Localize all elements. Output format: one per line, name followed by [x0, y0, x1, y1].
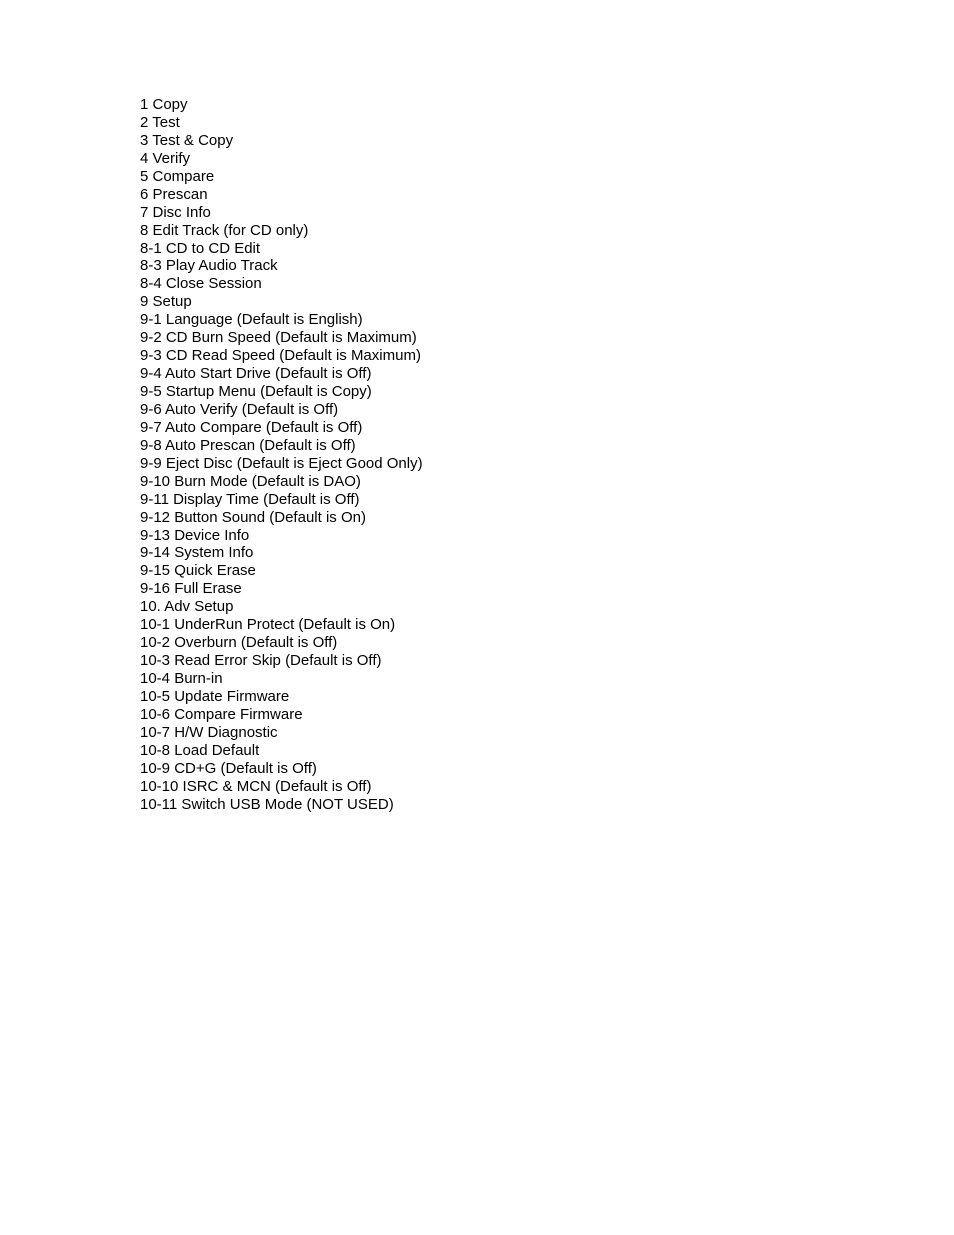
menu-item-language: 9-1 Language (Default is English) — [140, 311, 363, 329]
menu-item-device-info: 9-13 Device Info — [140, 526, 250, 544]
menu-item-hw-diagnostic: 10-7 H/W Diagnostic — [140, 723, 278, 741]
menu-item-quick-erase: 9-15 Quick Erase — [140, 562, 256, 580]
menu-item-adv-setup: 10. Adv Setup — [140, 598, 234, 616]
menu-item-test: 2 Test — [140, 113, 180, 131]
menu-item-system-info: 9-14 System Info — [140, 544, 254, 562]
menu-item-display-time: 9-11 Display Time (Default is Off) — [140, 490, 360, 508]
menu-item-eject-disc: 9-9 Eject Disc (Default is Eject Good On… — [140, 454, 423, 472]
menu-item-play-audio-track: 8-3 Play Audio Track — [140, 257, 278, 275]
document-page: 1 Copy 2 Test 3 Test & Copy 4 Verify 5 C… — [0, 0, 954, 1235]
menu-item-update-firmware: 10-5 Update Firmware — [140, 687, 290, 705]
menu-item-disc-info: 7 Disc Info — [140, 203, 211, 221]
menu-item-setup: 9 Setup — [140, 293, 192, 311]
menu-item-read-error-skip: 10-3 Read Error Skip (Default is Off) — [140, 652, 382, 670]
menu-item-overburn: 10-2 Overburn (Default is Off) — [140, 634, 338, 652]
menu-item-compare-firmware: 10-6 Compare Firmware — [140, 705, 303, 723]
menu-item-copy: 1 Copy — [140, 96, 188, 113]
menu-item-compare: 5 Compare — [140, 167, 215, 185]
menu-item-cd-plus-g: 10-9 CD+G (Default is Off) — [140, 759, 317, 777]
menu-item-load-default: 10-8 Load Default — [140, 741, 260, 759]
menu-item-switch-usb-mode: 10-11 Switch USB Mode (NOT USED) — [140, 795, 394, 813]
menu-item-prescan: 6 Prescan — [140, 185, 208, 203]
menu-structure-list: 1 Copy 2 Test 3 Test & Copy 4 Verify 5 C… — [140, 96, 423, 814]
menu-item-button-sound: 9-12 Button Sound (Default is On) — [140, 508, 366, 526]
menu-item-close-session: 8-4 Close Session — [140, 275, 262, 293]
menu-item-cd-to-cd-edit: 8-1 CD to CD Edit — [140, 239, 261, 257]
menu-item-auto-compare: 9-7 Auto Compare (Default is Off) — [140, 418, 363, 436]
menu-item-cd-read-speed: 9-3 CD Read Speed (Default is Maximum) — [140, 347, 421, 365]
menu-item-auto-prescan: 9-8 Auto Prescan (Default is Off) — [140, 436, 356, 454]
menu-item-burn-mode: 9-10 Burn Mode (Default is DAO) — [140, 472, 361, 490]
menu-item-edit-track: 8 Edit Track (for CD only) — [140, 221, 309, 239]
menu-item-burn-in: 10-4 Burn-in — [140, 670, 223, 687]
menu-item-auto-start-drive: 9-4 Auto Start Drive (Default is Off) — [140, 365, 372, 383]
menu-item-underrun-protect: 10-1 UnderRun Protect (Default is On) — [140, 616, 396, 634]
menu-item-verify: 4 Verify — [140, 149, 191, 167]
menu-item-full-erase: 9-16 Full Erase — [140, 580, 242, 598]
menu-item-isrc-mcn: 10-10 ISRC & MCN (Default is Off) — [140, 777, 372, 795]
menu-item-cd-burn-speed: 9-2 CD Burn Speed (Default is Maximum) — [140, 329, 417, 347]
menu-item-startup-menu: 9-5 Startup Menu (Default is Copy) — [140, 383, 372, 400]
menu-item-test-and-copy: 3 Test & Copy — [140, 131, 234, 149]
menu-item-auto-verify: 9-6 Auto Verify (Default is Off) — [140, 400, 339, 418]
